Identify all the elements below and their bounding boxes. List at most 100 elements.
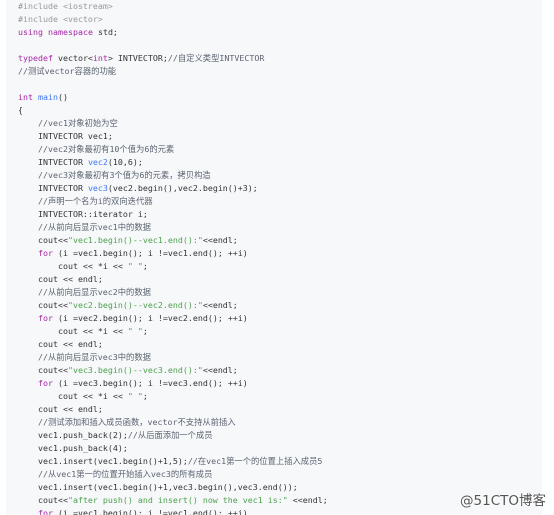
code-line: #include <vector> xyxy=(18,13,103,26)
code-token: cout << *i << xyxy=(18,326,128,336)
code-token: int xyxy=(18,92,33,102)
code-line: INTVECTOR::iterator i; xyxy=(18,208,148,221)
code-line: for (i =vec2.begin(); i !=vec2.end(); ++… xyxy=(18,312,248,325)
code-token: for xyxy=(37,378,53,388)
code-token: cout << endl; xyxy=(18,274,103,284)
code-line: vec1.push_back(4); xyxy=(18,442,128,455)
code-line: vec1.insert(vec1.begin()+1,5);//在vec1第一个… xyxy=(18,455,322,468)
code-token: cout<< xyxy=(18,495,68,505)
code-line: //从vec1第一的位置开始插入vec3的所有成员 xyxy=(18,468,212,481)
code-token: <<endl; xyxy=(202,365,238,375)
code-token: ; xyxy=(142,391,148,401)
code-token: vec2 xyxy=(87,157,108,167)
code-line: cout << *i << " "; xyxy=(18,260,148,273)
code-line: //声明一个名为i的双向迭代器 xyxy=(18,195,153,208)
code-token: <<endl; xyxy=(287,495,328,505)
code-line: //测试添加和插入成员函数，vector不支持从前插入 xyxy=(18,416,236,429)
code-token: " " xyxy=(127,326,143,336)
code-line: cout << *i << " "; xyxy=(18,325,148,338)
code-token: //测试vector容器的功能 xyxy=(18,66,117,76)
code-token: INTVECTOR vec1; xyxy=(18,131,113,141)
code-line: INTVECTOR vec2(10,6); xyxy=(18,156,143,169)
code-line: cout << *i << " "; xyxy=(18,390,148,403)
code-token: for xyxy=(37,508,53,515)
code-token: //从后面添加一个成员 xyxy=(127,430,213,440)
code-token: //在vec1第一个的位置上插入成员5 xyxy=(187,456,323,466)
code-token: for xyxy=(37,248,53,258)
code-line: cout<<"vec2.begin()--vec2.end():"<<endl; xyxy=(18,299,238,312)
page: #include <iostream> #include <vector> usin… xyxy=(0,0,554,515)
code-line: //vec3对象最初有3个值为6的元素，拷贝构造 xyxy=(18,169,211,182)
code-token: int xyxy=(92,53,108,63)
code-token: "vec3.begin()--vec3.end():" xyxy=(67,365,203,375)
code-token: vec1.insert(vec1.begin()+1,5); xyxy=(18,456,188,466)
code-token: cout << *i << xyxy=(18,391,128,401)
code-line: cout<<"after push() and insert() now the… xyxy=(18,494,328,507)
code-token: (i =vec1.begin(); i !=vec1.end(); ++i) xyxy=(52,508,248,515)
code-token: ; xyxy=(142,261,148,271)
code-line: cout << endl; xyxy=(18,338,103,351)
code-line: cout << endl; xyxy=(18,273,103,286)
code-line: //vec1对象初始为空 xyxy=(18,117,118,130)
code-line: cout << endl; xyxy=(18,403,103,416)
code-line: using namespace std; xyxy=(18,26,118,39)
code-token: (i =vec2.begin(); i !=vec2.end(); ++i) xyxy=(52,313,248,323)
code-token: (i =vec1.begin(); i !=vec1.end(); ++i) xyxy=(52,248,248,258)
code-token: vector< xyxy=(52,53,93,63)
code-token: //声明一个名为i的双向迭代器 xyxy=(37,196,153,206)
code-line: for (i =vec1.begin(); i !=vec1.end(); ++… xyxy=(18,247,248,260)
code-line: vec1.push_back(2);//从后面添加一个成员 xyxy=(18,429,213,442)
code-token: //从前向后显示vec1中的数据 xyxy=(37,222,151,232)
code-token: namespace xyxy=(47,27,93,37)
code-token: vec1.push_back(4); xyxy=(18,443,128,453)
code-token: <<endl; xyxy=(202,300,238,310)
code-token: for xyxy=(37,313,53,323)
code-token: #include <vector> xyxy=(18,14,103,24)
code-token: " " xyxy=(127,261,143,271)
code-block: #include <iostream> #include <vector> usin… xyxy=(6,0,542,515)
code-token: using xyxy=(18,27,43,37)
code-line: int main() xyxy=(18,91,68,104)
code-line: cout<<"vec3.begin()--vec3.end():"<<endl; xyxy=(18,364,238,377)
code-token: cout<< xyxy=(18,235,68,245)
code-token: typedef xyxy=(18,53,53,63)
code-token: vec1.push_back(2); xyxy=(18,430,128,440)
code-line: //测试vector容器的功能 xyxy=(18,65,116,78)
code-line: INTVECTOR vec1; xyxy=(18,130,113,143)
code-line: //从前向后显示vec1中的数据 xyxy=(18,221,151,234)
code-token: main xyxy=(38,92,58,102)
code-token: cout << endl; xyxy=(18,339,103,349)
code-line: INTVECTOR vec3(vec2.begin(),vec2.begin()… xyxy=(18,182,258,195)
code-line: { xyxy=(18,104,23,117)
code-token: INTVECTOR::iterator i; xyxy=(18,209,148,219)
code-line: typedef vector<int> INTVECTOR;//自定义类型INT… xyxy=(18,52,264,65)
code-line: for (i =vec1.begin(); i !=vec1.end(); ++… xyxy=(18,507,248,515)
code-token: //vec1对象初始为空 xyxy=(37,118,118,128)
code-token: "vec2.begin()--vec2.end():" xyxy=(67,300,203,310)
code-line: //从前向后显示vec3中的数据 xyxy=(18,351,151,364)
code-token: vec3 xyxy=(87,183,108,193)
code-token: cout << *i << xyxy=(18,261,128,271)
code-token: (vec2.begin(),vec2.begin()+3); xyxy=(107,183,258,193)
code-token: //vec2对象最初有10个值为6的元素 xyxy=(37,144,175,154)
code-token: <<endl; xyxy=(202,235,238,245)
code-token: //从vec1第一的位置开始插入vec3的所有成员 xyxy=(37,469,213,479)
code-token: (i =vec3.begin(); i !=vec3.end(); ++i) xyxy=(52,378,248,388)
code-line: //从前向后显示vec2中的数据 xyxy=(18,286,151,299)
code-line: vec1.insert(vec1.begin()+1,vec3.begin(),… xyxy=(18,481,298,494)
code-token: "vec1.begin()--vec1.end():" xyxy=(67,235,203,245)
code-token: vec1.insert(vec1.begin()+1,vec3.begin(),… xyxy=(18,482,298,492)
code-token: "after push() and insert() now the vec1 … xyxy=(67,495,288,505)
